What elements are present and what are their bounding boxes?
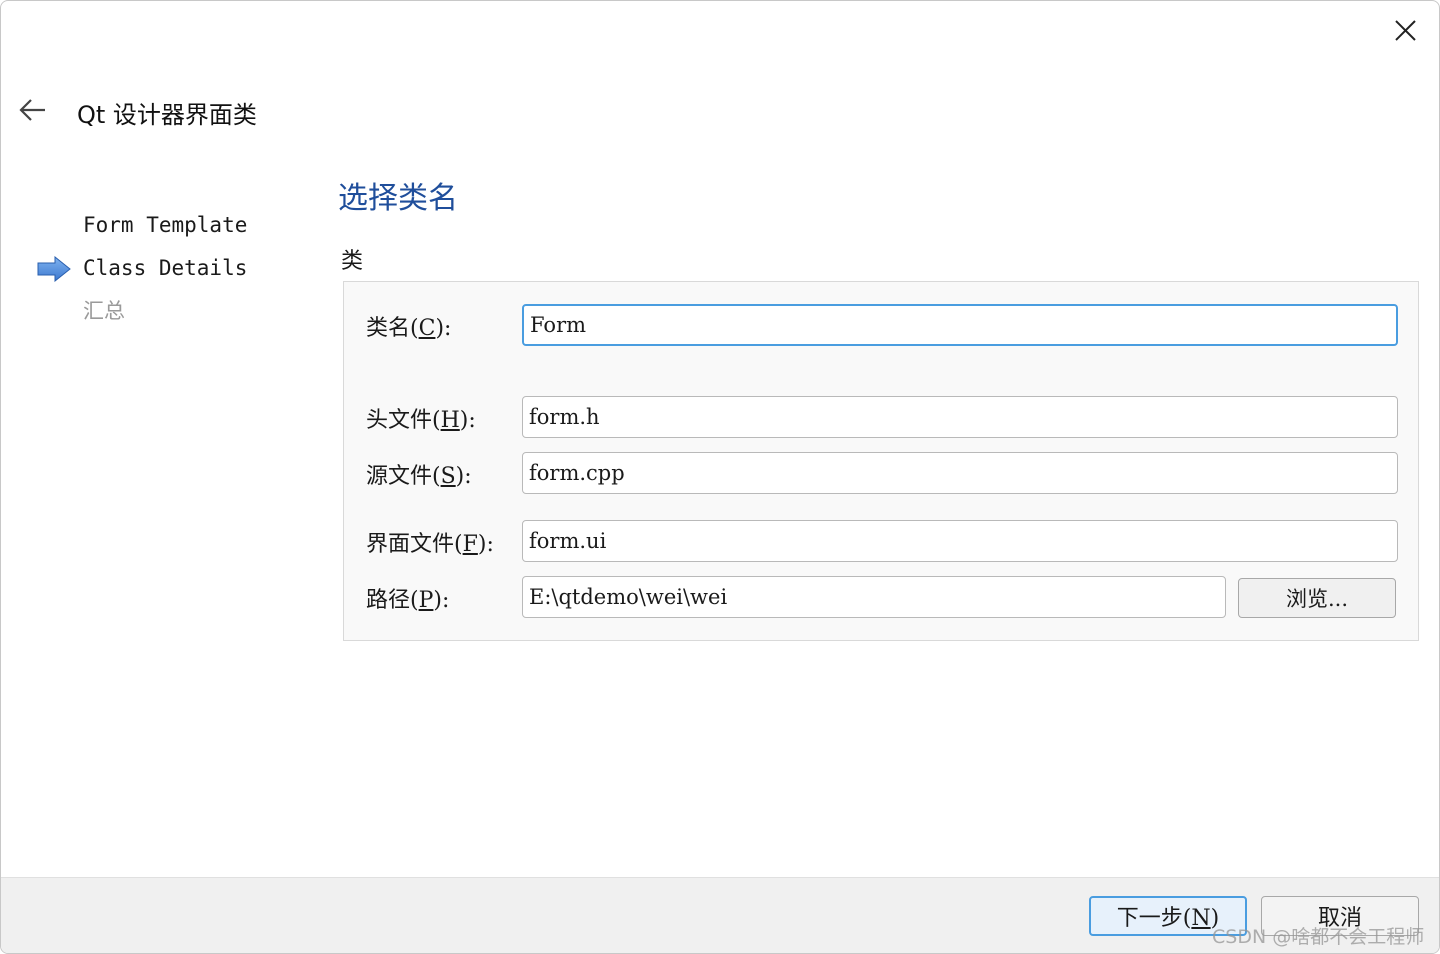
back-arrow-icon: [19, 99, 45, 121]
page-heading: 选择类名: [338, 181, 458, 216]
step-summary: 汇总: [37, 291, 317, 334]
source-file-input[interactable]: [522, 452, 1398, 494]
source-file-label: 源文件(S):: [366, 464, 472, 489]
class-name-input[interactable]: [522, 304, 1398, 346]
back-button[interactable]: [15, 93, 51, 129]
step-class-details: Class Details: [37, 248, 317, 291]
class-name-label: 类名(C):: [366, 316, 452, 341]
step-label: Form Template: [83, 213, 248, 237]
close-icon: [1395, 20, 1416, 41]
wizard-window: Qt 设计器界面类 Form Template Class Details 汇总…: [0, 0, 1440, 954]
path-input[interactable]: [522, 576, 1226, 618]
step-label: 汇总: [83, 299, 125, 323]
step-label: Class Details: [83, 256, 248, 280]
class-group-box: 类名(C): 头文件(H): 源文件(S): 界面文件(F): 路径(P): 浏…: [343, 281, 1419, 641]
watermark: CSDN @啥都不会工程师: [1212, 926, 1425, 948]
header-file-input[interactable]: [522, 396, 1398, 438]
ui-file-input[interactable]: [522, 520, 1398, 562]
wizard-steps: Form Template Class Details 汇总: [37, 205, 317, 334]
ui-file-label: 界面文件(F):: [366, 532, 494, 557]
step-form-template: Form Template: [37, 205, 317, 248]
step-arrow-icon: [37, 256, 71, 282]
group-title: 类: [341, 249, 364, 274]
close-button[interactable]: [1385, 11, 1425, 51]
path-label: 路径(P):: [366, 588, 450, 613]
wizard-title: Qt 设计器界面类: [77, 101, 257, 129]
browse-button[interactable]: 浏览...: [1238, 578, 1396, 618]
header-file-label: 头文件(H):: [366, 408, 476, 433]
